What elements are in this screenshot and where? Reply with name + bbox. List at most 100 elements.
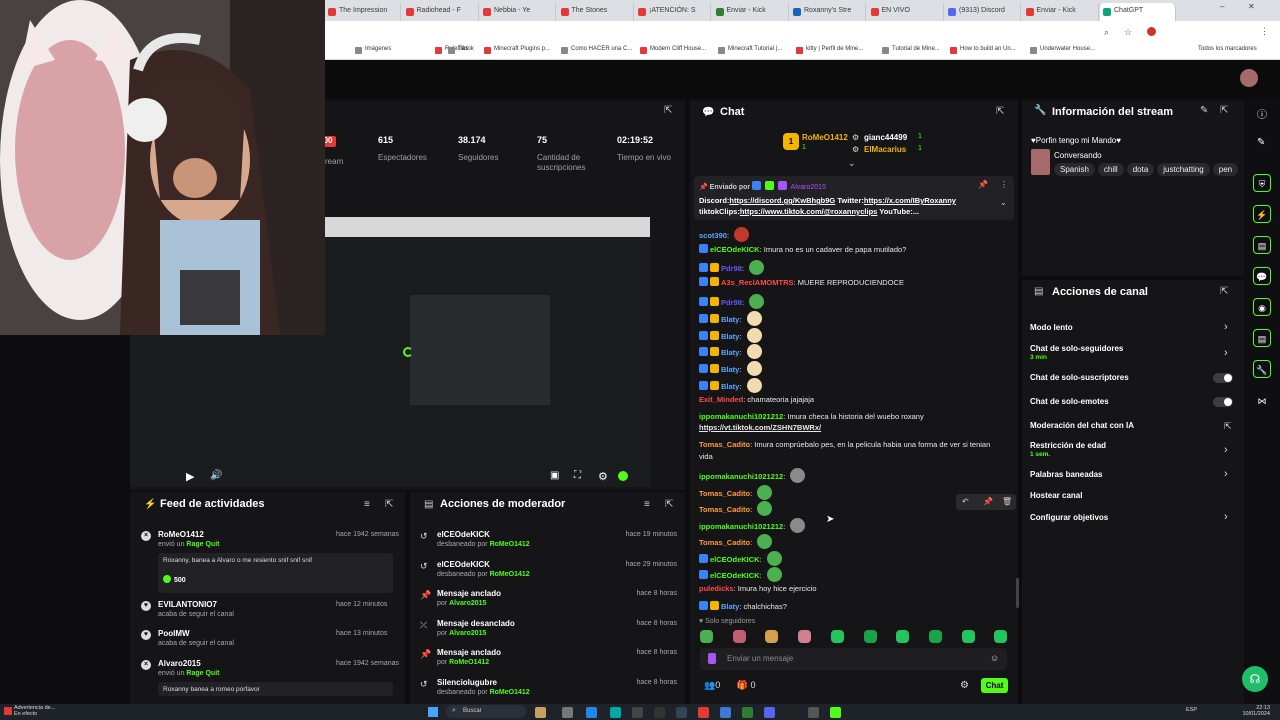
chat-message[interactable]: puledicks: Imura hoy hice ejercicio [699,584,817,593]
emote-icon[interactable] [765,630,779,643]
browser-tab[interactable]: The Impression [325,3,401,21]
category-thumbnail[interactable] [1031,149,1050,175]
chat-message[interactable]: Blaty: [699,361,762,376]
taskbar-app-icon[interactable] [535,707,546,718]
chat-username[interactable]: Blaty [721,365,739,374]
mod-action-by[interactable]: Alvaro2015 [449,600,486,607]
bookmark-item[interactable]: Como HACER una C... [561,46,632,54]
chat-message[interactable]: Tomas_Cadito: Imura comprúebalo pes, en … [699,440,990,449]
chat-username[interactable]: Tomas_Cadito [699,440,750,449]
emote-icon[interactable] [746,378,762,393]
filter-icon[interactable]: ≡ [364,500,370,510]
reply-icon[interactable]: ↶ [962,497,969,506]
chat-username[interactable]: Blaty [721,382,739,391]
browser-tab[interactable]: (9313) Discord [945,3,1021,21]
taskbar-app-icon[interactable] [698,707,709,718]
stream-tag[interactable]: pen [1212,163,1238,176]
taskbar-app-icon[interactable] [654,707,665,718]
pinned-message[interactable]: 📌 Enviado por Alvaro2015 Discord:https:/… [694,176,1014,220]
chat-username[interactable]: A3s_ReclAMOMTRS [721,278,794,287]
channel-action-label[interactable]: Chat de solo-seguidores [1030,344,1123,353]
chat-username[interactable]: Pdr98 [721,298,742,307]
chat-message[interactable]: https://vt.tiktok.com/ZSHN7BWRx/ [699,423,821,432]
browser-tab[interactable]: EN VIVO [868,3,944,21]
chat-username[interactable]: Blaty [721,602,739,611]
emote-icon[interactable] [746,361,762,376]
bookmark-item[interactable]: kitty | Perfil de Mine... [796,46,863,54]
chat-username[interactable]: Blaty [721,332,739,341]
emote-icon[interactable] [961,630,975,643]
info-icon[interactable]: ⓘ [1257,106,1267,121]
emote-icon[interactable] [749,260,765,275]
chat-username[interactable]: Exit_Minded [699,395,743,404]
taskbar-app-icon[interactable] [764,707,775,718]
chat-message[interactable]: Pdr98: [699,260,765,275]
mod-action-by[interactable]: RoMeO1412 [490,571,530,578]
channel-action-label[interactable]: Restricción de edad [1030,441,1106,450]
document-icon[interactable]: ▤ [1253,236,1271,254]
chat-username[interactable]: elCEOdeKICK [710,555,760,564]
volume-icon[interactable]: 🔊 [210,470,222,481]
bookmark-item[interactable]: How to build an Un... [950,46,1016,54]
mod-action-title[interactable]: Mensaje anclado [437,648,501,657]
chat-username[interactable]: Tomas_Cadito [699,505,750,514]
chat-username[interactable]: Pdr98 [721,264,742,273]
chat-username[interactable]: ippomakanuchi1021212 [699,522,783,531]
expand-gifters-icon[interactable]: ⌄ [848,158,856,169]
mod-action-title[interactable]: elCEOdeKICK [437,560,490,569]
chat-message[interactable]: ippomakanuchi1021212: [699,468,806,483]
channel-action-label[interactable]: Chat de solo-suscriptores [1030,373,1129,382]
unpin-icon[interactable]: 📌 [978,180,988,189]
browser-tab[interactable]: Enviar - Kick [713,3,789,21]
chat-username[interactable]: Tomas_Cadito [699,489,750,498]
send-chat-button[interactable]: Chat [981,678,1008,693]
browser-tab[interactable]: Nebbia - Ye [480,3,556,21]
feed-username[interactable]: Alvaro2015 [158,659,201,668]
stream-tag[interactable]: dota [1126,163,1155,176]
wrench-icon[interactable]: 🔧 [1253,360,1271,378]
chevron-right-icon[interactable]: › [1224,444,1228,456]
users-icon[interactable]: 👥 [704,680,715,690]
emote-icon[interactable] [700,630,713,643]
bookmark-item[interactable]: Minecraft Tutorial |... [718,46,782,54]
chevron-right-icon[interactable]: › [1224,468,1228,480]
emote-icon[interactable] [766,567,782,582]
chat-message[interactable]: Blaty: [699,311,762,326]
bookmark-item[interactable]: Imágenes [355,46,391,54]
emote-icon[interactable] [863,630,877,643]
browser-tab[interactable]: Enviar - Kick [1023,3,1099,21]
chat-username[interactable]: scot390 [699,231,727,240]
bookmark-item[interactable]: Underwater House... [1030,46,1095,54]
channel-action-label[interactable]: Palabras baneadas [1030,470,1102,479]
emote-icon[interactable] [757,534,773,549]
taskbar-app-icon[interactable] [720,707,731,718]
language-indicator[interactable]: ESP [1186,707,1197,713]
filter-icon[interactable]: ≡ [644,500,650,510]
chat-username[interactable]: Tomas_Cadito [699,538,750,547]
chat-username[interactable]: ippomakanuchi1021212 [699,472,783,481]
emote-icon[interactable] [732,630,746,643]
list-icon[interactable]: ▤ [1253,329,1271,347]
bookmark-item[interactable]: Modern Cliff House... [640,46,706,54]
zoom-icon[interactable]: ⌕ [1104,27,1109,38]
emote-icon[interactable] [798,630,812,643]
popout-icon[interactable]: ⇱ [1220,287,1228,297]
channel-action-label[interactable]: Configurar objetivos [1030,513,1108,522]
shield-icon[interactable]: ⛨ [1253,174,1271,192]
taskbar-app-icon[interactable] [632,707,643,718]
discord-link[interactable]: https://discord.gg/KwBhgb9G [729,196,835,205]
taskbar-notification[interactable]: Advertencia de... En efecto [14,705,55,717]
taskbar-app-icon[interactable] [830,707,841,718]
emote-icon[interactable] [749,294,765,309]
extension-icon[interactable] [1147,27,1156,36]
chat-input[interactable]: Enviar un mensaje ☺ [700,648,1007,670]
gifter-name[interactable]: ElMacarius [864,145,906,154]
chat-message[interactable]: Blaty: [699,378,762,393]
chevron-right-icon[interactable]: › [1224,511,1228,523]
browser-tab[interactable]: Roxanny's Stre [790,3,866,21]
emote-icon[interactable] [928,630,942,643]
taskbar-app-icon[interactable] [786,707,797,718]
taskbar-app-icon[interactable] [610,707,621,718]
bookmark-item[interactable]: Tutorial de Mine... [882,46,940,54]
taskbar-app-icon[interactable] [742,707,753,718]
